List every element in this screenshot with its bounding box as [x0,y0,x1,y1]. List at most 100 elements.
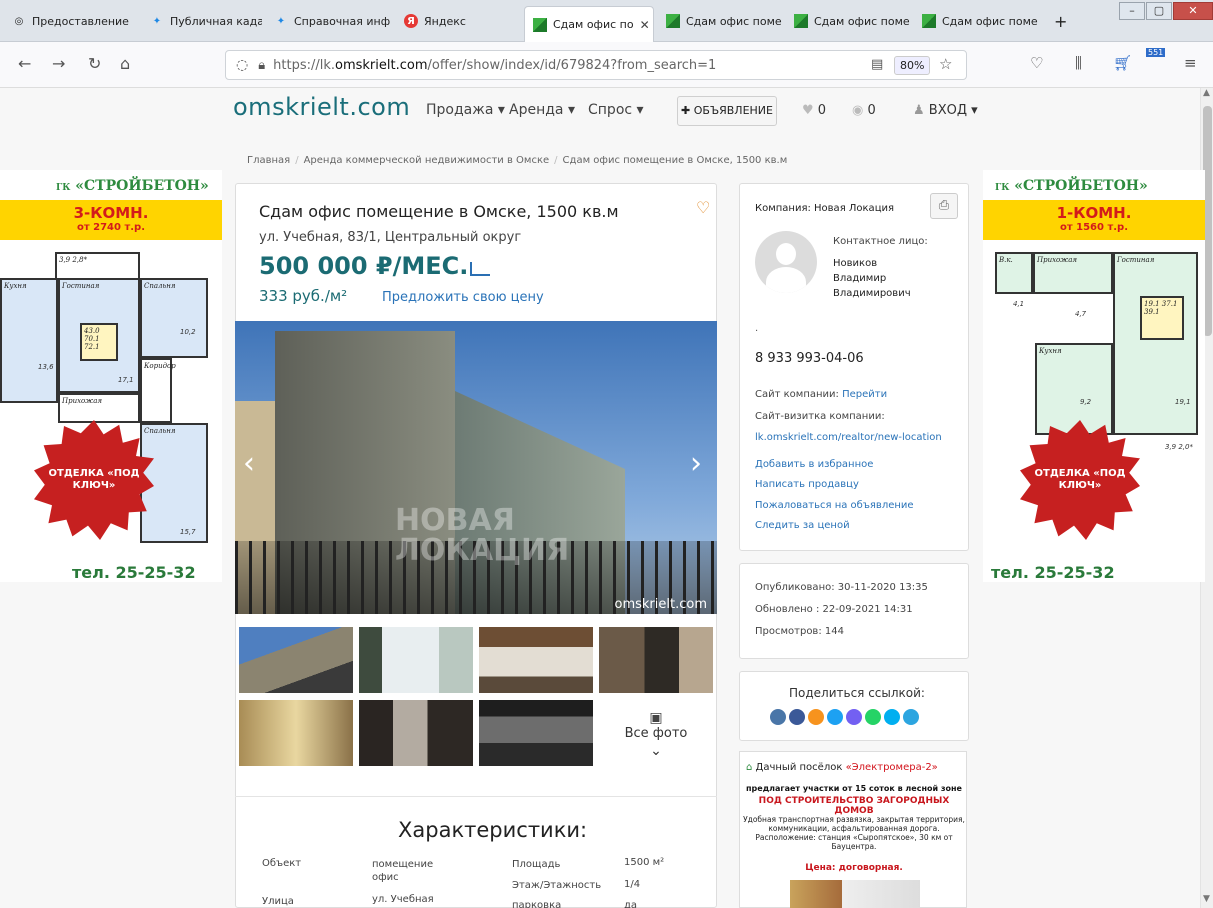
contact-name: Новиков Владимир Владимирович [833,258,911,299]
menu-demand[interactable]: Спрос ▾ [588,102,644,118]
site-favicon-icon [533,17,547,32]
breadcrumb: Главная / Аренда коммерческой недвижимости… [247,155,788,166]
zoom-level[interactable]: 80% [894,56,931,75]
char-label: Улица [262,896,294,907]
print-icon[interactable]: ⎙ [930,193,958,219]
photo-thumbnail[interactable] [239,700,353,766]
breadcrumb-current: Сдам офис помещение в Омске, 1500 кв.м [562,155,788,166]
breadcrumb-rent[interactable]: Аренда коммерческой недвижимости в Омске [304,155,550,166]
banner-brand: ГК «СТРОЙБЕТОН» [56,178,209,194]
tab-1[interactable]: ◎ Предоставление [4,6,142,36]
message-seller-link[interactable]: Написать продавцу [755,479,859,490]
viber-share-icon[interactable] [846,709,862,725]
ad-subline: предлагает участки от 15 соток в лесной … [746,784,962,793]
login-menu[interactable]: ♟ ВХОД ▾ [913,103,978,118]
banner-phone: тел. 25-25-32 [991,563,1115,582]
twitter-share-icon[interactable] [827,709,843,725]
price-chart-icon[interactable] [470,262,490,276]
globe-icon: ◎ [14,15,24,27]
breadcrumb-home[interactable]: Главная [247,155,290,166]
company-site-link[interactable]: Перейти [842,389,887,400]
listing-title: Сдам офис помещение в Омске, 1500 кв.м [259,202,619,221]
menu-sale[interactable]: Продажа ▾ [426,102,505,118]
scroll-down-icon[interactable]: ▼ [1203,894,1210,904]
menu-icon[interactable]: ≡ [1184,54,1197,72]
card-site-link[interactable]: lk.omskrielt.com/realtor/new-location [755,432,942,443]
pocket-icon[interactable]: ♡ [1030,54,1043,72]
address-bar[interactable]: ◌ 🔒︎ https://lk.omskrielt.com/offer/show… [225,50,967,80]
offer-price-link[interactable]: Предложить свою цену [382,290,544,305]
browser-toolbar: ← → ↻ ⌂ ◌ 🔒︎ https://lk.omskrielt.com/of… [0,42,1213,88]
maximize-icon[interactable]: ▢ [1146,2,1172,20]
forward-icon[interactable]: → [52,54,65,73]
home-icon[interactable]: ⌂ [120,54,130,73]
url-text: https://lk.omskrielt.com/offer/show/inde… [273,57,717,73]
menu-rent[interactable]: Аренда ▾ [509,102,575,118]
cadastre-icon: ✦ [276,15,286,27]
add-to-favorites-link[interactable]: Добавить в избранное [755,459,873,470]
bookmark-star-icon[interactable]: ☆ [939,55,952,73]
telegram-share-icon[interactable] [903,709,919,725]
photo-thumbnail[interactable] [359,700,473,766]
minimize-icon[interactable]: – [1119,2,1145,20]
yandex-icon: Я [404,14,418,28]
ad-house-image [790,880,920,908]
whatsapp-share-icon[interactable] [865,709,881,725]
tab-active[interactable]: Сдам офис по ✕ [524,6,654,42]
tab-6[interactable]: Сдам офис поме [658,6,784,36]
main-photo[interactable]: НОВАЯ ЛОКАЦИЯ ‹ › omskrielt.com [235,321,717,614]
listing-price: 500 000 ₽/МЕС. [259,252,469,280]
new-tab-button[interactable]: + [1046,6,1076,36]
close-tab-icon[interactable]: ✕ [640,18,650,32]
track-price-link[interactable]: Следить за ценой [755,520,850,531]
photo-thumbnail[interactable] [479,700,593,766]
ad-description: Удобная транспортная развязка, закрытая … [743,815,965,851]
separator-dot: . [755,323,759,334]
extension-badge[interactable]: 551 [1146,48,1166,57]
library-icon[interactable]: ⫼ [1075,54,1082,72]
char-value: ул. Учебная [372,894,434,905]
skype-share-icon[interactable] [884,709,900,725]
photo-watermark: НОВАЯ ЛОКАЦИЯ [395,503,570,568]
reader-mode-icon[interactable]: ▤ [871,57,883,72]
advertisement[interactable]: ⌂ Дачный посёлок «Электромера-2» предлаг… [739,751,967,908]
left-banner[interactable]: ГК «СТРОЙБЕТОН» 3-КОМН. от 2740 т.р. 3,9… [0,170,222,582]
views-counter[interactable]: ◉ 0 [852,103,876,118]
all-photos-button[interactable]: ▣ Все фото ⌄ [599,700,713,766]
close-window-icon[interactable]: ✕ [1173,2,1213,20]
facebook-share-icon[interactable] [789,709,805,725]
image-icon: ▣ [649,710,663,726]
ad-purpose: ПОД СТРОИТЕЛЬСТВО ЗАГОРОДНЫХ ДОМОВ [758,796,950,816]
scroll-up-icon[interactable]: ▲ [1203,88,1210,98]
post-ad-button[interactable]: ✚ ОБЪЯВЛЕНИЕ [677,96,777,126]
back-icon[interactable]: ← [18,54,31,73]
share-card [739,671,969,741]
banner-offer: 1-КОМН. от 1560 т.р. [983,200,1205,240]
lock-icon[interactable]: 🔒︎ [258,58,265,73]
contact-label: Контактное лицо: [833,236,928,247]
reload-icon[interactable]: ↻ [88,54,101,73]
right-banner[interactable]: ГК «СТРОЙБЕТОН» 1-КОМН. от 1560 т.р. При… [983,170,1205,582]
prev-photo-icon[interactable]: ‹ [243,446,255,481]
photo-thumbnail[interactable] [359,627,473,693]
tab-2[interactable]: ✦ Публичная кадас [142,6,262,36]
photo-thumbnail[interactable] [599,627,713,693]
odnoklassniki-share-icon[interactable] [808,709,824,725]
seller-phone[interactable]: 8 933 993-04-06 [755,351,864,366]
tab-3[interactable]: ✦ Справочная инф [266,6,391,36]
site-logo[interactable]: omskrielt.com [233,93,410,121]
tab-8[interactable]: Сдам офис поме [914,6,1040,36]
report-listing-link[interactable]: Пожаловаться на объявление [755,500,914,511]
favorite-heart-icon[interactable]: ♡ [696,198,710,217]
favorites-counter[interactable]: ♥ 0 [802,103,826,118]
shield-icon[interactable]: ◌ [236,57,248,73]
photo-caption: omskrielt.com [614,597,707,612]
vk-share-icon[interactable] [770,709,786,725]
tab-yandex[interactable]: Я Яндекс [396,6,516,36]
cart-icon[interactable]: 🛒︎ [1113,54,1132,72]
characteristics-title: Характеристики: [398,818,588,842]
photo-thumbnail[interactable] [239,627,353,693]
next-photo-icon[interactable]: › [690,446,702,481]
tab-7[interactable]: Сдам офис поме [786,6,912,36]
photo-thumbnail[interactable] [479,627,593,693]
